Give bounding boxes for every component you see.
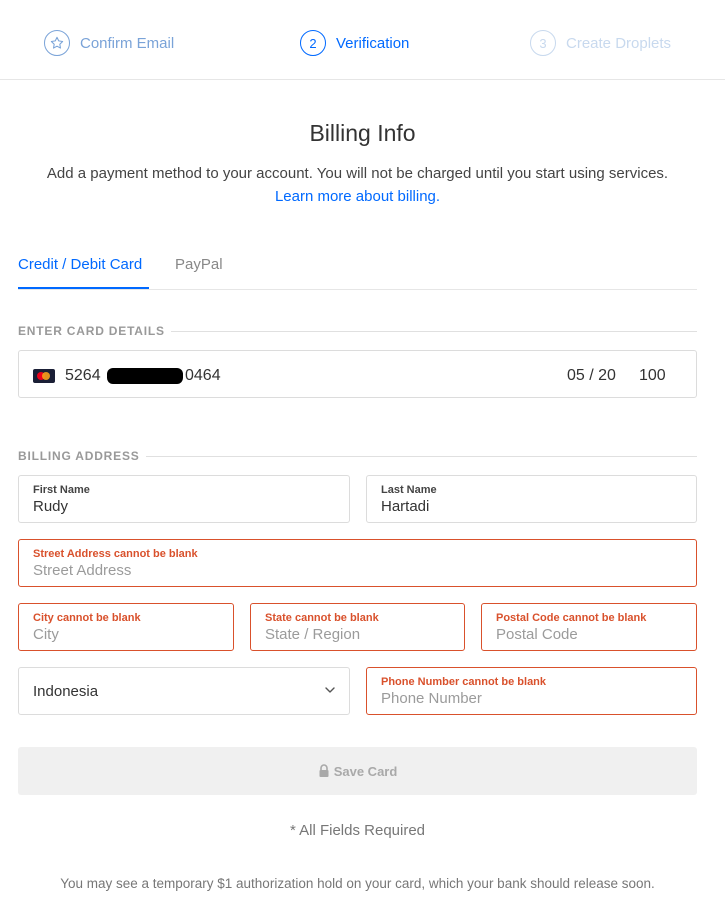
field-placeholder: Phone Number xyxy=(381,690,482,707)
field-placeholder: City xyxy=(33,626,59,643)
redaction-mark xyxy=(107,368,183,384)
field-error: Phone Number cannot be blank xyxy=(381,676,547,688)
save-card-button[interactable]: Save Card xyxy=(18,747,697,795)
star-icon xyxy=(44,30,70,56)
divider xyxy=(170,330,697,332)
country-select[interactable]: Indonesia xyxy=(18,667,350,715)
tab-paypal[interactable]: PayPal xyxy=(175,256,223,273)
step-number: 3 xyxy=(530,30,556,56)
tab-label: PayPal xyxy=(175,256,223,273)
step-confirm-email[interactable]: Confirm Email xyxy=(44,29,174,57)
required-fields-note: * All Fields Required xyxy=(289,822,426,839)
lock-icon xyxy=(319,764,329,777)
mastercard-icon xyxy=(33,369,55,383)
card-expiry: 05 / 20 xyxy=(567,367,616,384)
field-label: Last Name xyxy=(381,484,437,496)
signup-stepper: Confirm Email 2 Verification 3 Create Dr… xyxy=(0,0,725,80)
tab-label: Credit / Debit Card xyxy=(18,256,143,273)
card-details-heading: ENTER CARD DETAILS xyxy=(18,324,697,338)
field-error: City cannot be blank xyxy=(33,612,141,624)
active-tab-indicator xyxy=(18,287,149,289)
payment-method-tabs: Credit / Debit Card PayPal xyxy=(18,240,697,290)
step-label: Create Droplets xyxy=(566,34,672,52)
chevron-down-icon xyxy=(325,687,335,693)
step-label: Verification xyxy=(336,34,410,52)
city-field[interactable]: City cannot be blank City xyxy=(18,603,234,651)
last-name-field[interactable]: Last Name Hartadi xyxy=(366,475,697,523)
field-error: Street Address cannot be blank xyxy=(33,548,198,560)
tab-credit-debit-card[interactable]: Credit / Debit Card xyxy=(18,256,149,289)
first-name-field[interactable]: First Name Rudy xyxy=(18,475,350,523)
authorization-hold-note: You may see a temporary $1 authorization… xyxy=(60,876,655,891)
field-label: First Name xyxy=(33,484,90,496)
field-error: State cannot be blank xyxy=(265,612,379,624)
divider xyxy=(145,455,697,457)
field-placeholder: Postal Code xyxy=(496,626,578,643)
billing-address-heading: BILLING ADDRESS xyxy=(18,449,697,463)
step-label: Confirm Email xyxy=(80,34,175,52)
page-subtitle: Add a payment method to your account. Yo… xyxy=(46,165,669,182)
card-number-prefix: 5264 xyxy=(65,367,101,384)
field-value: Rudy xyxy=(33,498,69,515)
section-heading-text: BILLING ADDRESS xyxy=(18,449,140,463)
card-number-suffix: 0464 xyxy=(185,367,221,384)
street-address-field[interactable]: Street Address cannot be blank Street Ad… xyxy=(18,539,697,587)
section-heading-text: ENTER CARD DETAILS xyxy=(18,324,165,338)
selected-country: Indonesia xyxy=(33,683,99,700)
learn-more-billing-link[interactable]: Learn more about billing. xyxy=(0,188,715,205)
field-error: Postal Code cannot be blank xyxy=(496,612,647,624)
field-placeholder: Street Address xyxy=(33,562,132,579)
field-placeholder: State / Region xyxy=(265,626,361,643)
page-title: Billing Info xyxy=(309,120,416,146)
save-card-label: Save Card xyxy=(333,763,398,779)
step-verification[interactable]: 2 Verification xyxy=(300,29,409,57)
field-value: Hartadi xyxy=(381,498,430,515)
state-field[interactable]: State cannot be blank State / Region xyxy=(250,603,465,651)
step-create-droplets: 3 Create Droplets xyxy=(530,29,671,57)
phone-number-field[interactable]: Phone Number cannot be blank Phone Numbe… xyxy=(366,667,697,715)
postal-code-field[interactable]: Postal Code cannot be blank Postal Code xyxy=(481,603,697,651)
step-number: 2 xyxy=(300,30,326,56)
card-cvc: 100 xyxy=(639,367,666,384)
card-details-input[interactable]: 5264 0464 05 / 20 100 xyxy=(18,350,697,398)
